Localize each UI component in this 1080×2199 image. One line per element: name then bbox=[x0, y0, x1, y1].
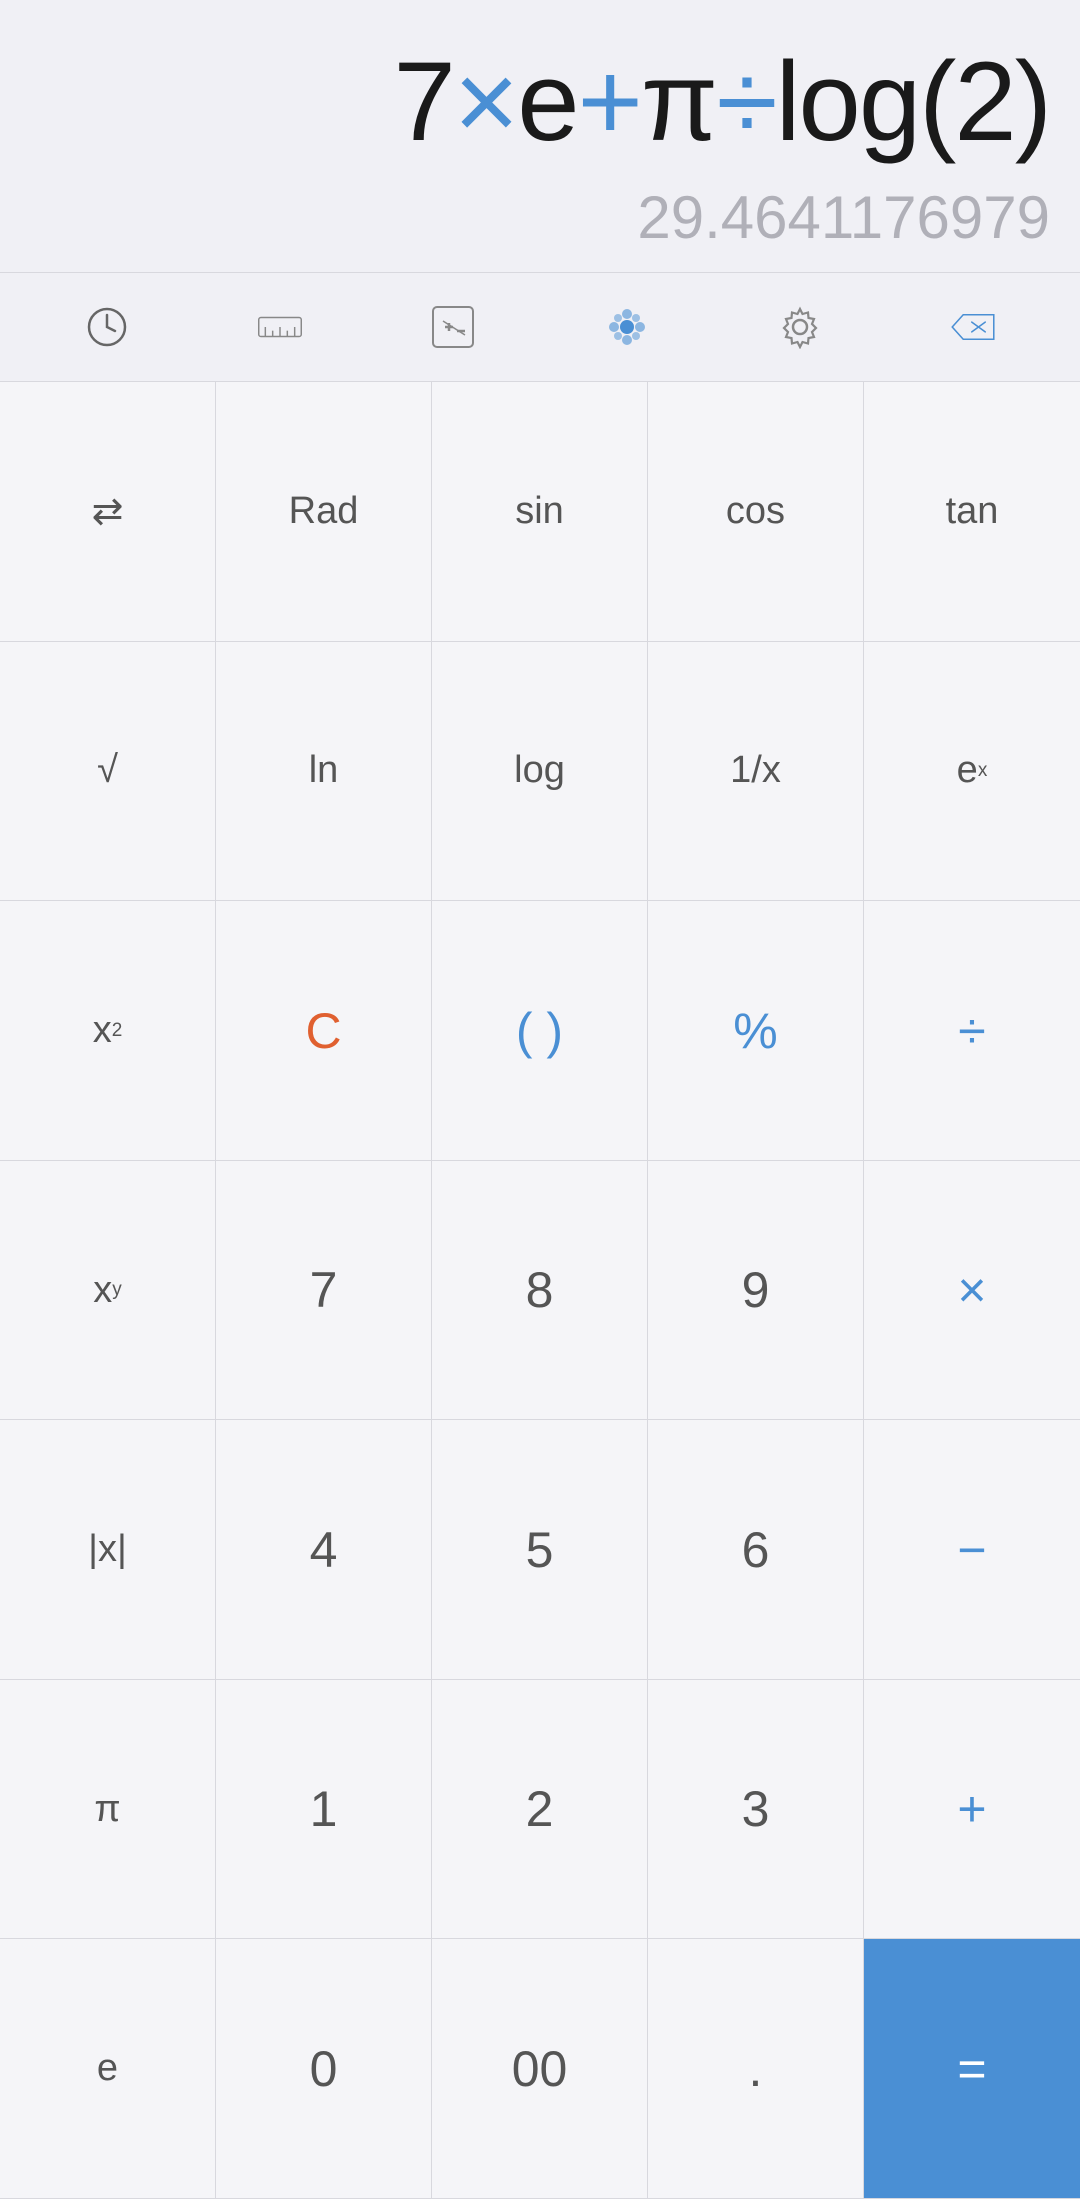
tan-btn[interactable]: tan bbox=[864, 382, 1080, 642]
one-btn[interactable]: 1 bbox=[216, 1680, 432, 1940]
equals-btn[interactable]: = bbox=[864, 1939, 1080, 2199]
sqrt-btn[interactable]: √ bbox=[0, 642, 216, 902]
minus-btn[interactable]: − bbox=[864, 1420, 1080, 1680]
four-btn[interactable]: 4 bbox=[216, 1420, 432, 1680]
cos-btn[interactable]: cos bbox=[648, 382, 864, 642]
nine-btn[interactable]: 9 bbox=[648, 1161, 864, 1421]
pi-btn[interactable]: π bbox=[0, 1680, 216, 1940]
expr-div: ÷ bbox=[716, 39, 775, 164]
ruler-button[interactable] bbox=[244, 291, 316, 363]
rad-btn[interactable]: Rad bbox=[216, 382, 432, 642]
seven-btn[interactable]: 7 bbox=[216, 1161, 432, 1421]
reciprocal-btn[interactable]: 1/x bbox=[648, 642, 864, 902]
five-btn[interactable]: 5 bbox=[432, 1420, 648, 1680]
plusminus-button[interactable] bbox=[417, 291, 489, 363]
zero-btn[interactable]: 0 bbox=[216, 1939, 432, 2199]
multiply-btn[interactable]: × bbox=[864, 1161, 1080, 1421]
divide-btn[interactable]: ÷ bbox=[864, 901, 1080, 1161]
expr-plus: + bbox=[578, 39, 641, 164]
expression-line: 7×e+π÷log(2) bbox=[30, 40, 1050, 163]
expr-7: 7 bbox=[394, 39, 454, 164]
eight-btn[interactable]: 8 bbox=[432, 1161, 648, 1421]
history-button[interactable] bbox=[71, 291, 143, 363]
settings-button[interactable] bbox=[764, 291, 836, 363]
clear-btn[interactable]: C bbox=[216, 901, 432, 1161]
result-line: 29.4641176979 bbox=[30, 183, 1050, 252]
power-btn[interactable]: xy bbox=[0, 1161, 216, 1421]
exp-btn[interactable]: ex bbox=[864, 642, 1080, 902]
abs-btn[interactable]: |x| bbox=[0, 1420, 216, 1680]
square-btn[interactable]: x2 bbox=[0, 901, 216, 1161]
two-btn[interactable]: 2 bbox=[432, 1680, 648, 1940]
sin-btn[interactable]: sin bbox=[432, 382, 648, 642]
percent-btn[interactable]: % bbox=[648, 901, 864, 1161]
decimal-btn[interactable]: . bbox=[648, 1939, 864, 2199]
three-btn[interactable]: 3 bbox=[648, 1680, 864, 1940]
paren-btn[interactable]: ( ) bbox=[432, 901, 648, 1161]
ln-btn[interactable]: ln bbox=[216, 642, 432, 902]
plus-btn[interactable]: + bbox=[864, 1680, 1080, 1940]
expr-times: × bbox=[454, 39, 517, 164]
backspace-button[interactable] bbox=[937, 291, 1009, 363]
log-btn[interactable]: log bbox=[432, 642, 648, 902]
calculator-grid: ⇄ Rad sin cos tan √ ln log 1/x ex x2 C (… bbox=[0, 381, 1080, 2199]
swap-btn[interactable]: ⇄ bbox=[0, 382, 216, 642]
theme-button[interactable] bbox=[591, 291, 663, 363]
euler-btn[interactable]: e bbox=[0, 1939, 216, 2199]
expr-e: e bbox=[517, 39, 577, 164]
display-area: 7×e+π÷log(2) 29.4641176979 bbox=[0, 0, 1080, 272]
double-zero-btn[interactable]: 00 bbox=[432, 1939, 648, 2199]
six-btn[interactable]: 6 bbox=[648, 1420, 864, 1680]
expr-pi: π bbox=[641, 39, 716, 164]
expr-log2: log(2) bbox=[776, 39, 1050, 164]
toolbar bbox=[0, 272, 1080, 381]
